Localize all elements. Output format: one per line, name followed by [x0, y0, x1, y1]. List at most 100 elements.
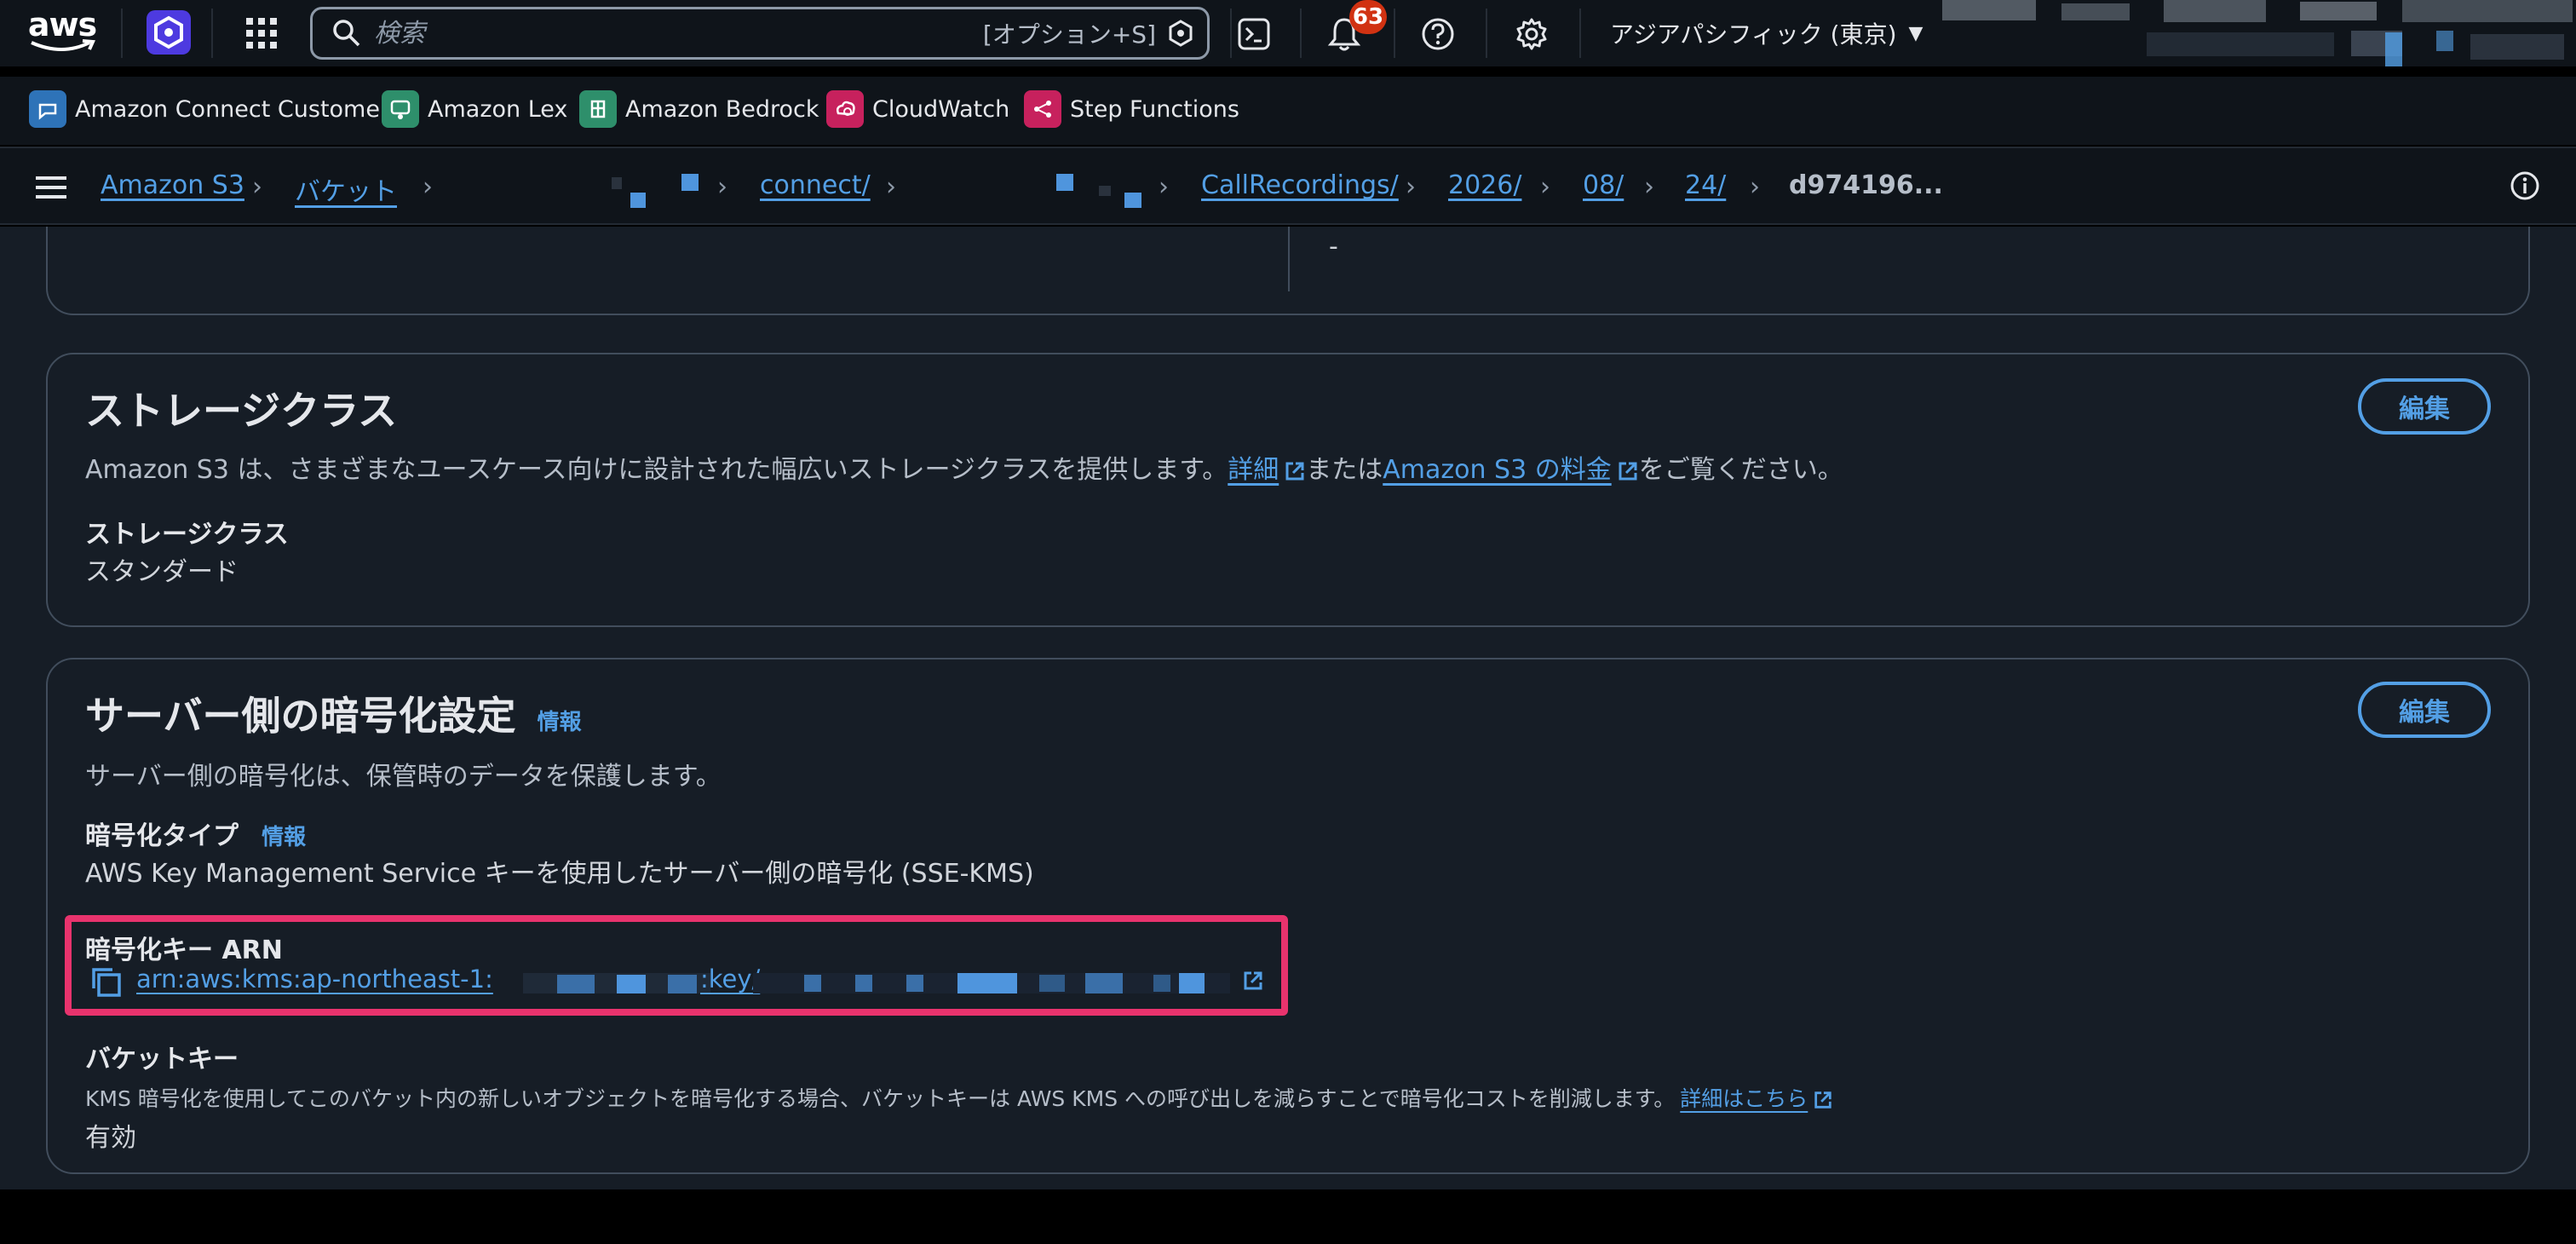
external-link-icon — [1814, 1091, 1832, 1109]
favorite-label: Step Functions — [1070, 95, 1239, 123]
external-link-icon — [1285, 462, 1304, 480]
storage-class-edit-button[interactable]: 編集 — [2358, 378, 2491, 435]
breadcrumb-month[interactable]: 08/ — [1583, 170, 1624, 200]
bucket-key-value: 有効 — [85, 1123, 136, 1153]
breadcrumb-year[interactable]: 2026/ — [1448, 170, 1521, 200]
nav-separator — [1394, 9, 1395, 58]
storage-class-description: Amazon S3 は、さまざまなユースケース向けに設計された幅広いストレージク… — [85, 448, 1843, 486]
favorite-amazon-connect[interactable]: Amazon Connect Customer — [29, 89, 389, 130]
description-text: または — [1306, 455, 1383, 485]
aws-logo[interactable]: aws — [24, 5, 101, 58]
chevron-right-icon: › — [1540, 172, 1550, 202]
account-menu-redacted[interactable] — [1942, 0, 2576, 66]
favorite-step-functions[interactable]: Step Functions — [1024, 89, 1239, 130]
encryption-type-value: AWS Key Management Service キーを使用したサーバー側の… — [85, 859, 1034, 889]
chevron-right-icon: › — [1644, 172, 1654, 202]
amazon-lex-icon — [382, 90, 419, 128]
encryption-info-link[interactable]: 情報 — [538, 710, 582, 735]
chevron-right-icon: › — [1750, 172, 1760, 202]
storage-class-details-link[interactable]: 詳細 — [1228, 455, 1279, 485]
settings-button[interactable] — [1513, 15, 1550, 53]
gear-icon — [1516, 18, 1547, 50]
breadcrumb-connect[interactable]: connect/ — [760, 170, 871, 200]
grid-icon — [246, 18, 277, 49]
window-bottom-edge — [0, 1189, 2576, 1244]
chevron-right-icon: › — [886, 172, 896, 202]
encryption-key-arn-prefix[interactable]: arn:aws:kms:ap-northeast-1: — [136, 965, 493, 993]
s3-pricing-link[interactable]: Amazon S3 の料金 — [1383, 455, 1611, 485]
top-navigation: aws [オプション+S] — [0, 0, 2576, 66]
nav-separator — [1579, 9, 1581, 58]
search-box[interactable]: [オプション+S] — [310, 7, 1210, 60]
cloudshell-icon — [1238, 18, 1270, 50]
arn-account-redacted — [523, 970, 710, 995]
caret-down-icon: ▼ — [1908, 22, 1923, 44]
amazon-q-button[interactable] — [145, 9, 193, 56]
help-icon — [1422, 18, 1454, 50]
nav-separator — [121, 9, 123, 58]
encryption-title: サーバー側の暗号化設定 — [85, 693, 516, 739]
search-shortcut-hint: [オプション+S] — [982, 20, 1156, 49]
notifications-count-badge: 63 — [1349, 0, 1387, 34]
side-nav-toggle[interactable] — [32, 170, 70, 204]
description-text: KMS 暗号化を使用してこのバケット内の新しいオブジェクトを暗号化する場合、バケ… — [85, 1086, 1676, 1111]
object-properties-content: - ストレージクラス 編集 Amazon S3 は、さまざまなユースケース向けに… — [0, 227, 2576, 1189]
amazon-connect-icon — [29, 90, 66, 128]
info-icon — [2510, 171, 2539, 200]
hamburger-menu-icon — [36, 176, 66, 199]
bucket-key-label: バケットキー — [85, 1045, 239, 1074]
cloudshell-button[interactable] — [1235, 15, 1273, 53]
breadcrumb-current-object: d974196... — [1789, 170, 1943, 200]
description-text: をご覧ください。 — [1638, 455, 1843, 485]
breadcrumb-amazon-s3[interactable]: Amazon S3 — [101, 170, 244, 200]
storage-class-field-value: スタンダード — [85, 557, 239, 587]
favorite-cloudwatch[interactable]: CloudWatch — [826, 89, 1009, 130]
bucket-key-description: KMS 暗号化を使用してこのバケット内の新しいオブジェクトを暗号化する場合、バケ… — [85, 1082, 1833, 1113]
encryption-edit-button[interactable]: 編集 — [2358, 682, 2491, 738]
favorite-label: Amazon Lex — [428, 95, 568, 123]
arn-key-id-redacted — [753, 970, 1230, 995]
favorite-amazon-lex[interactable]: Amazon Lex — [382, 89, 567, 130]
column-divider — [1288, 227, 1290, 291]
description-text: Amazon S3 は、さまざまなユースケース向けに設計された幅広いストレージク… — [85, 455, 1228, 485]
encryption-type-info-link[interactable]: 情報 — [262, 825, 306, 850]
search-input[interactable] — [362, 9, 983, 57]
encryption-key-arn-key-part[interactable]: :key/ — [700, 965, 760, 993]
amazon-bedrock-icon — [579, 90, 617, 128]
chevron-right-icon: › — [252, 172, 262, 202]
help-button[interactable] — [1419, 15, 1457, 53]
encryption-header: サーバー側の暗号化設定 情報 — [85, 685, 582, 741]
chevron-right-icon: › — [1159, 172, 1169, 202]
copy-icon[interactable] — [89, 965, 123, 999]
favorite-amazon-bedrock[interactable]: Amazon Bedrock — [579, 89, 819, 130]
info-panel-button[interactable] — [2508, 169, 2542, 203]
encryption-key-arn-row: arn:aws:kms:ap-northeast-1: :key/ — [89, 963, 1281, 1000]
amazon-q-icon — [147, 10, 191, 55]
encryption-description: サーバー側の暗号化は、保管時のデータを保護します。 — [85, 762, 722, 792]
server-side-encryption-card: サーバー側の暗号化設定 情報 編集 サーバー側の暗号化は、保管時のデータを保護し… — [46, 658, 2530, 1174]
breadcrumb-bucket-redacted[interactable] — [596, 174, 707, 208]
previous-section-card: - — [46, 227, 2530, 315]
chevron-right-icon: › — [1406, 172, 1416, 202]
storage-class-title: ストレージクラス — [85, 388, 398, 434]
encryption-type-label: 暗号化タイプ — [85, 821, 239, 851]
breadcrumb-day[interactable]: 24/ — [1685, 170, 1726, 200]
encryption-type-label-row: 暗号化タイプ 情報 — [85, 815, 306, 852]
aws-smile-icon — [31, 39, 95, 51]
services-menu-button[interactable] — [242, 14, 281, 53]
step-functions-icon — [1024, 90, 1061, 128]
favorites-bar: Amazon Connect Customer Amazon Lex Amazo… — [0, 77, 2576, 145]
amazon-q-search-icon[interactable] — [1166, 19, 1195, 48]
breadcrumb-buckets[interactable]: バケット — [295, 170, 397, 208]
storage-class-card: ストレージクラス 編集 Amazon S3 は、さまざまなユースケース向けに設計… — [46, 353, 2530, 627]
breadcrumb-callrecordings[interactable]: CallRecordings/ — [1201, 170, 1399, 200]
search-icon — [333, 20, 360, 47]
region-selector[interactable]: アジアパシフィック (東京) ▼ — [1610, 12, 1923, 55]
breadcrumb-folder-redacted[interactable] — [1022, 174, 1159, 208]
breadcrumb-bar: Amazon S3 › バケット › › connect/ › › CallRe… — [0, 147, 2576, 225]
aws-logo-text: aws — [27, 6, 97, 43]
cloudwatch-icon — [826, 90, 864, 128]
external-link-icon[interactable] — [1242, 970, 1264, 992]
chevron-right-icon: › — [717, 172, 727, 202]
bucket-key-learn-more-link[interactable]: 詳細はこちら — [1680, 1086, 1808, 1111]
